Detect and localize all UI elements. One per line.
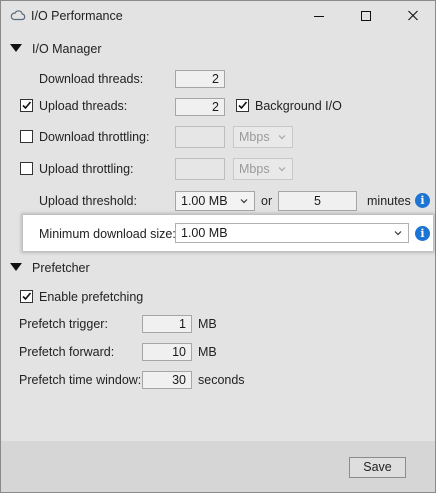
upload-throttling-label: Upload throttling: [39,162,134,176]
download-throttling-unit-select[interactable]: Mbps [233,126,293,148]
io-manager-header-label: I/O Manager [32,42,102,56]
upload-threads-checkbox[interactable] [20,99,33,112]
upload-throttling-unit-select[interactable]: Mbps [233,158,293,180]
save-button[interactable]: Save [349,457,406,478]
or-label: or [261,194,273,208]
prefetcher-header[interactable]: Prefetcher [10,261,90,275]
title-bar: I/O Performance [1,1,435,31]
minimize-button[interactable] [304,7,334,25]
checkmark-icon [22,292,32,301]
upload-threshold-minutes-input[interactable]: 5 [278,191,357,211]
prefetch-trigger-input[interactable]: 1 [142,315,192,333]
background-io-label: Background I/O [255,99,342,113]
minimum-download-size-value: 1.00 MB [181,226,228,240]
chevron-down-icon [278,135,286,140]
download-throttling-checkbox[interactable] [20,130,33,143]
minutes-label: minutes [367,194,411,208]
download-threads-input[interactable]: 2 [175,70,225,88]
collapse-triangle-icon [10,263,22,271]
cloud-icon [10,10,26,21]
chevron-down-icon [394,231,402,236]
upload-threads-input[interactable]: 2 [175,98,225,116]
prefetch-forward-label: Prefetch forward: [19,345,115,359]
minimum-download-size-label: Minimum download size: [39,227,176,241]
download-throttling-label: Download throttling: [39,130,150,144]
minimize-icon [314,16,324,17]
checkmark-icon [238,101,248,110]
io-performance-window: I/O Performance I/O Manager Download thr… [0,0,436,493]
maximize-icon [361,11,371,21]
prefetch-time-window-unit: seconds [198,373,245,387]
prefetch-time-window-label: Prefetch time window: [19,373,142,387]
enable-prefetching-checkbox[interactable] [20,290,33,303]
upload-throttling-checkbox[interactable] [20,162,33,175]
download-threads-label: Download threads: [39,72,144,86]
close-icon [408,10,418,21]
prefetch-trigger-unit: MB [198,317,217,331]
maximize-button[interactable] [351,7,381,25]
window-title: I/O Performance [31,9,123,23]
info-icon[interactable]: i [415,226,430,241]
download-throttling-input[interactable] [175,126,225,148]
checkmark-icon [22,101,32,110]
io-manager-header[interactable]: I/O Manager [10,42,101,56]
collapse-triangle-icon [10,44,22,52]
download-throttling-unit: Mbps [239,130,270,144]
upload-threshold-size: 1.00 MB [181,194,228,208]
upload-throttling-unit: Mbps [239,162,270,176]
upload-threads-label: Upload threads: [39,99,128,113]
chevron-down-icon [240,199,248,204]
chevron-down-icon [278,167,286,172]
close-button[interactable] [398,7,428,25]
prefetch-time-window-input[interactable]: 30 [142,371,192,389]
upload-throttling-input[interactable] [175,158,225,180]
info-icon[interactable]: i [415,193,430,208]
background-io-checkbox[interactable] [236,99,249,112]
prefetch-forward-input[interactable]: 10 [142,343,192,361]
upload-threshold-size-select[interactable]: 1.00 MB [175,191,255,211]
minimum-download-size-select[interactable]: 1.00 MB [175,223,409,243]
prefetch-forward-unit: MB [198,345,217,359]
prefetcher-header-label: Prefetcher [32,261,90,275]
prefetch-trigger-label: Prefetch trigger: [19,317,108,331]
upload-threshold-label: Upload threshold: [39,194,137,208]
enable-prefetching-label: Enable prefetching [39,290,144,304]
